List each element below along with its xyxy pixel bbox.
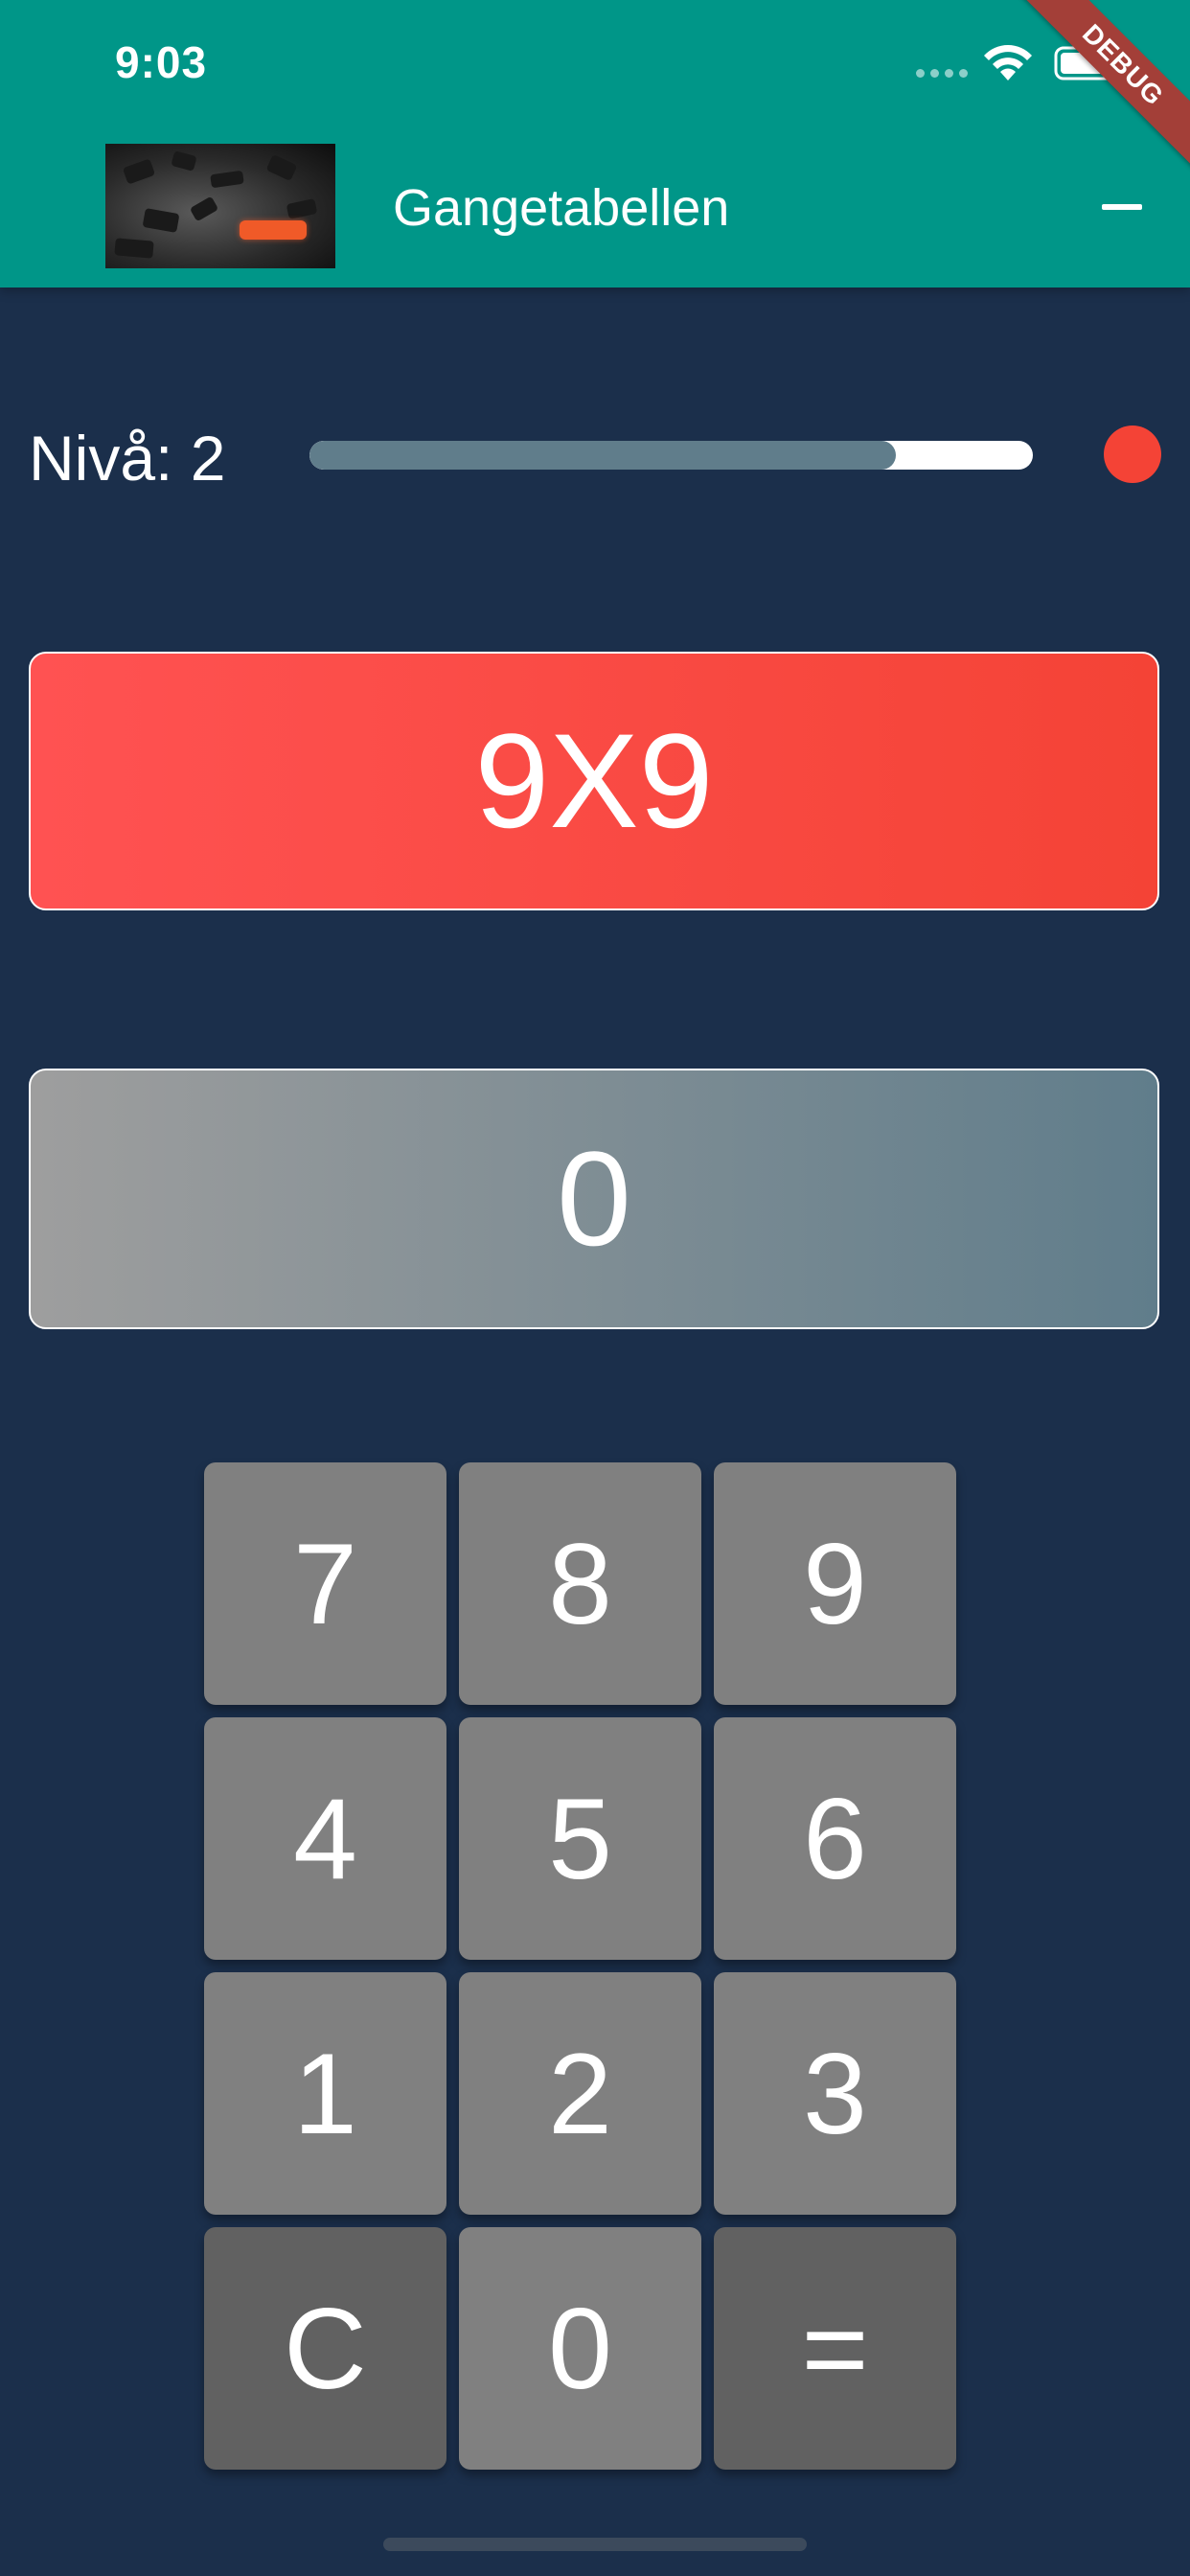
level-progress-bar (309, 441, 1033, 470)
digit-key-9[interactable]: 9 (714, 1462, 956, 1705)
minus-icon (1102, 204, 1142, 210)
level-label: Nivå: 2 (29, 423, 226, 494)
answer-text: 0 (557, 1123, 631, 1274)
digit-key-6[interactable]: 6 (714, 1717, 956, 1960)
digit-key-7[interactable]: 7 (204, 1462, 446, 1705)
answer-display: 0 (29, 1069, 1159, 1329)
digit-key-0[interactable]: 0 (459, 2227, 701, 2470)
app-title: Gangetabellen (393, 179, 730, 237)
app-bar: 9:03 Gangetabellen (0, 0, 1190, 288)
equals-key[interactable]: = (714, 2227, 956, 2470)
home-indicator (383, 2538, 807, 2551)
digit-key-1[interactable]: 1 (204, 1972, 446, 2215)
cellular-signal-icon (916, 69, 970, 79)
question-mark-shape (240, 220, 307, 240)
question-display: 9X9 (29, 652, 1159, 910)
status-time: 9:03 (115, 37, 208, 87)
digit-key-8[interactable]: 8 (459, 1462, 701, 1705)
wifi-icon (984, 45, 1032, 80)
digit-key-5[interactable]: 5 (459, 1717, 701, 1960)
clear-key[interactable]: C (204, 2227, 446, 2470)
status-indicator-dot (1104, 426, 1161, 483)
level-progress-fill (309, 441, 896, 470)
digit-key-2[interactable]: 2 (459, 1972, 701, 2215)
digit-key-4[interactable]: 4 (204, 1717, 446, 1960)
question-text: 9X9 (474, 705, 714, 856)
digit-key-3[interactable]: 3 (714, 1972, 956, 2215)
minus-button[interactable] (1094, 188, 1152, 226)
numbers-image (105, 144, 335, 268)
